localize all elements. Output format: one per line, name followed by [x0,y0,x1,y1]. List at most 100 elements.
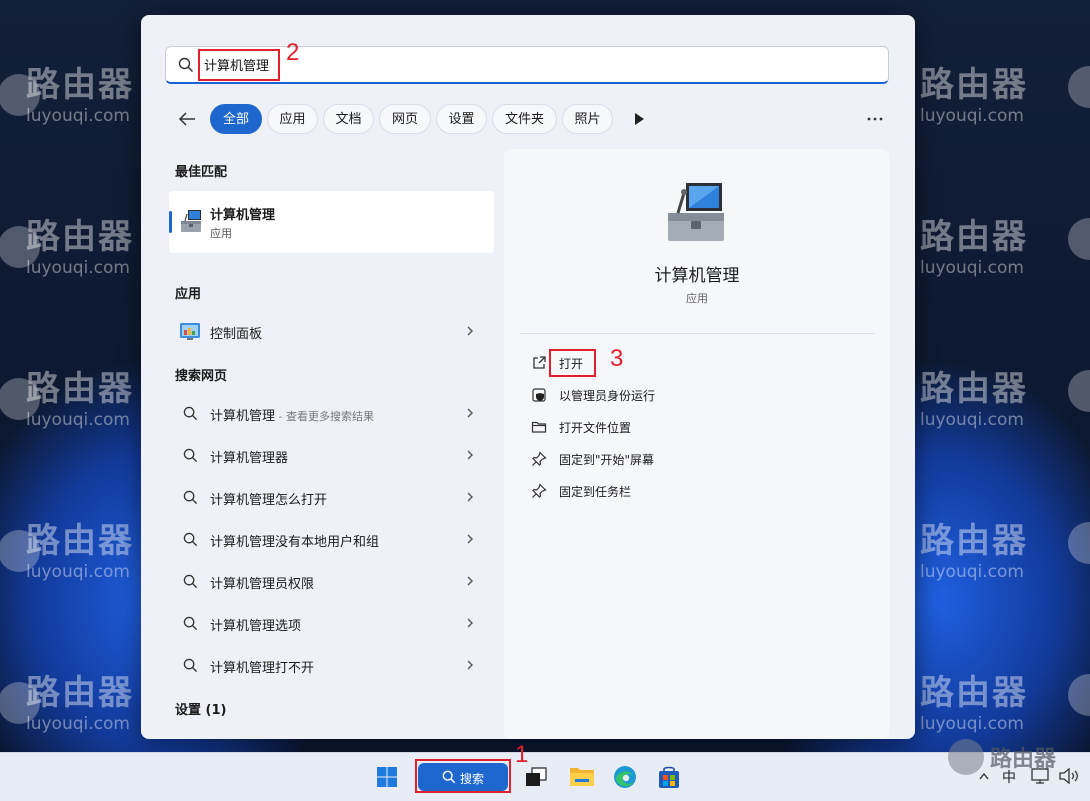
web-search-heading: 搜索网页 [175,369,228,384]
taskbar: 搜索 1 路由器 中 [0,739,1090,801]
pin-icon [532,451,547,466]
network-icon[interactable] [1030,767,1050,785]
app-result-control-panel[interactable]: 控制面板 [169,311,494,351]
web-result-item[interactable]: 计算机管理怎么打开 [169,477,494,517]
detail-app-kind: 应用 [686,292,708,305]
computer-management-icon [181,210,201,232]
search-box[interactable] [165,46,889,84]
watermark-logo [1068,370,1090,412]
search-panel: 2 全部 应用 文档 网页 设置 文件夹 照片 最佳匹配 计算机管理 应用 应 [141,15,915,739]
chevron-right-icon [467,534,473,544]
web-result-label: 计算机管理员权限 [210,577,315,592]
ime-indicator[interactable]: 中 [1002,767,1016,787]
action-label: 固定到"开始"屏幕 [559,453,655,467]
chevron-right-icon [467,576,473,586]
watermark-logo [1068,66,1090,108]
watermark: 路由器 luyouqi.com [0,218,134,278]
control-panel-icon [180,323,200,340]
volume-icon[interactable] [1058,767,1080,785]
search-icon [183,616,198,631]
filter-chip-all[interactable]: 全部 [210,104,262,134]
chevron-right-icon [467,660,473,670]
watermark: 路由器 luyouqi.com [0,370,134,430]
best-match-item[interactable]: 计算机管理 应用 [169,191,494,253]
back-arrow-icon[interactable] [175,107,199,131]
filter-chip-settings[interactable]: 设置 [436,104,487,134]
detail-app-title: 计算机管理 [654,266,740,286]
search-icon [178,57,194,73]
app-result-label: 控制面板 [210,327,263,342]
watermark: 路由器 luyouqi.com [920,521,1028,582]
taskbar-search-label: 搜索 [460,772,485,786]
web-result-label: 计算机管理怎么打开 [210,493,328,508]
action-label: 固定到任务栏 [559,485,632,499]
pin-icon [532,483,547,498]
web-result-item[interactable]: 计算机管理器 [169,435,494,475]
open-external-icon [533,356,546,369]
web-result-item[interactable]: 计算机管理选项 [169,603,494,643]
watermark: 路由器 luyouqi.com [920,65,1028,126]
web-result-label: 计算机管理器 [210,451,289,466]
watermark: 路由器 luyouqi.com [920,217,1028,278]
action-run-as-admin[interactable]: 以管理员身份运行 [522,381,852,409]
watermark: 路由器 luyouqi.com [0,522,134,582]
chevron-right-icon [467,450,473,460]
web-result-label: 计算机管理打不开 [210,661,315,676]
filter-bar: 全部 应用 文档 网页 设置 文件夹 照片 [175,103,895,135]
watermark-logo [1068,522,1090,564]
file-explorer-icon[interactable] [569,765,595,787]
taskbar-search-button[interactable]: 搜索 [418,763,508,791]
play-icon[interactable] [632,112,646,126]
annotation-number-3: 3 [610,345,624,372]
search-icon [183,406,198,421]
edge-browser-icon[interactable] [613,765,637,789]
annotation-number-2: 2 [286,39,300,66]
watermark-logo [948,739,984,775]
annotation-number-1: 1 [515,741,529,768]
chevron-right-icon [467,618,473,628]
action-open[interactable]: 打开 [522,349,852,377]
chevron-right-icon [467,492,473,502]
filter-chip-folders[interactable]: 文件夹 [492,104,557,134]
search-icon [183,532,198,547]
action-label: 打开 [559,357,584,371]
search-icon [183,448,198,463]
chevron-up-icon[interactable] [978,771,990,781]
filter-chip-photos[interactable]: 照片 [562,104,613,134]
watermark: 路由器 luyouqi.com [920,673,1028,734]
more-options-icon[interactable] [865,111,885,127]
selection-indicator [169,211,172,233]
action-open-file-location[interactable]: 打开文件位置 [522,413,852,441]
action-pin-to-start[interactable]: 固定到"开始"屏幕 [522,445,852,473]
web-result-label: 计算机管理 - 查看更多搜索结果 [210,409,374,424]
computer-management-icon [668,183,724,241]
web-result-label: 计算机管理没有本地用户和组 [210,535,380,550]
search-icon [183,658,198,673]
task-view-icon[interactable] [525,767,547,787]
filter-chip-documents[interactable]: 文档 [323,104,374,134]
microsoft-store-icon[interactable] [657,765,681,789]
watermark: 路由器 luyouqi.com [0,674,134,734]
search-icon [183,574,198,589]
windows-start-icon[interactable] [376,766,398,788]
web-result-item[interactable]: 计算机管理 - 查看更多搜索结果 [169,393,494,433]
web-result-subtext: - 查看更多搜索结果 [275,410,374,423]
best-match-kind: 应用 [210,227,232,240]
search-input[interactable] [204,51,684,77]
apps-heading: 应用 [175,287,202,302]
search-icon [183,490,198,505]
watermark: 路由器 luyouqi.com [920,369,1028,430]
chevron-right-icon [467,408,473,418]
web-result-item[interactable]: 计算机管理打不开 [169,645,494,685]
web-result-item[interactable]: 计算机管理员权限 [169,561,494,601]
best-match-heading: 最佳匹配 [175,165,228,180]
watermark-logo [1068,674,1090,716]
web-result-item[interactable]: 计算机管理没有本地用户和组 [169,519,494,559]
action-pin-to-taskbar[interactable]: 固定到任务栏 [522,477,852,505]
settings-heading[interactable]: 设置 (1) [175,699,226,718]
filter-chip-apps[interactable]: 应用 [267,104,318,134]
filter-chip-web[interactable]: 网页 [379,104,431,134]
shield-icon [532,388,546,402]
divider [520,333,875,334]
best-match-name: 计算机管理 [210,208,276,223]
